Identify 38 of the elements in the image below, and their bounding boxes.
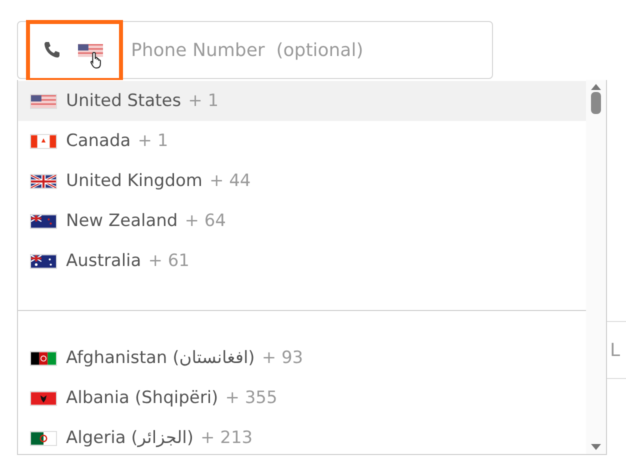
scrollbar-thumb[interactable] <box>591 92 601 114</box>
country-name: United Kingdom <box>66 171 202 191</box>
flag-icon <box>30 430 57 446</box>
pointer-cursor-icon <box>90 50 104 68</box>
phone-number-input[interactable]: Phone Number (optional) <box>129 38 463 62</box>
flag-icon <box>30 350 57 366</box>
country-option[interactable]: Australia + 61 <box>18 241 586 281</box>
dial-code: + 355 <box>225 388 278 408</box>
country-name: Algeria (الجزائر) <box>66 428 194 448</box>
scrollbar[interactable] <box>586 80 606 454</box>
flag-icon <box>30 174 57 188</box>
country-option[interactable]: Albania (Shqipëri) + 355 <box>18 378 586 418</box>
country-name: Canada <box>66 131 131 151</box>
country-name: United States <box>66 91 182 111</box>
country-option[interactable]: United States + 1 <box>18 81 586 121</box>
country-name: Afghanistan (افغانستان) <box>66 348 255 368</box>
dial-code: + 93 <box>262 348 304 368</box>
dial-code: + 61 <box>148 251 190 271</box>
phone-icon <box>42 40 62 60</box>
country-name: Australia <box>66 251 142 271</box>
country-option[interactable]: New Zealand + 64 <box>18 201 586 241</box>
phone-field[interactable]: Phone Number (optional) <box>17 21 493 79</box>
country-name: New Zealand <box>66 211 178 231</box>
dial-code: + 1 <box>138 131 168 151</box>
dial-code: + 64 <box>184 211 226 231</box>
dial-code: + 44 <box>209 171 251 191</box>
scroll-up-icon[interactable] <box>591 84 601 90</box>
flag-icon <box>30 134 57 148</box>
scroll-down-icon[interactable] <box>591 444 601 450</box>
country-option[interactable]: Canada + 1 <box>18 121 586 161</box>
country-option[interactable]: United Kingdom + 44 <box>18 161 586 201</box>
flag-icon <box>30 214 57 228</box>
country-name: Albania (Shqipëri) <box>66 388 218 408</box>
flag-icon <box>30 94 57 108</box>
flag-icon <box>30 390 57 406</box>
dial-code: + 213 <box>200 428 253 448</box>
dial-code: + 1 <box>188 91 219 111</box>
flag-icon <box>30 254 57 268</box>
